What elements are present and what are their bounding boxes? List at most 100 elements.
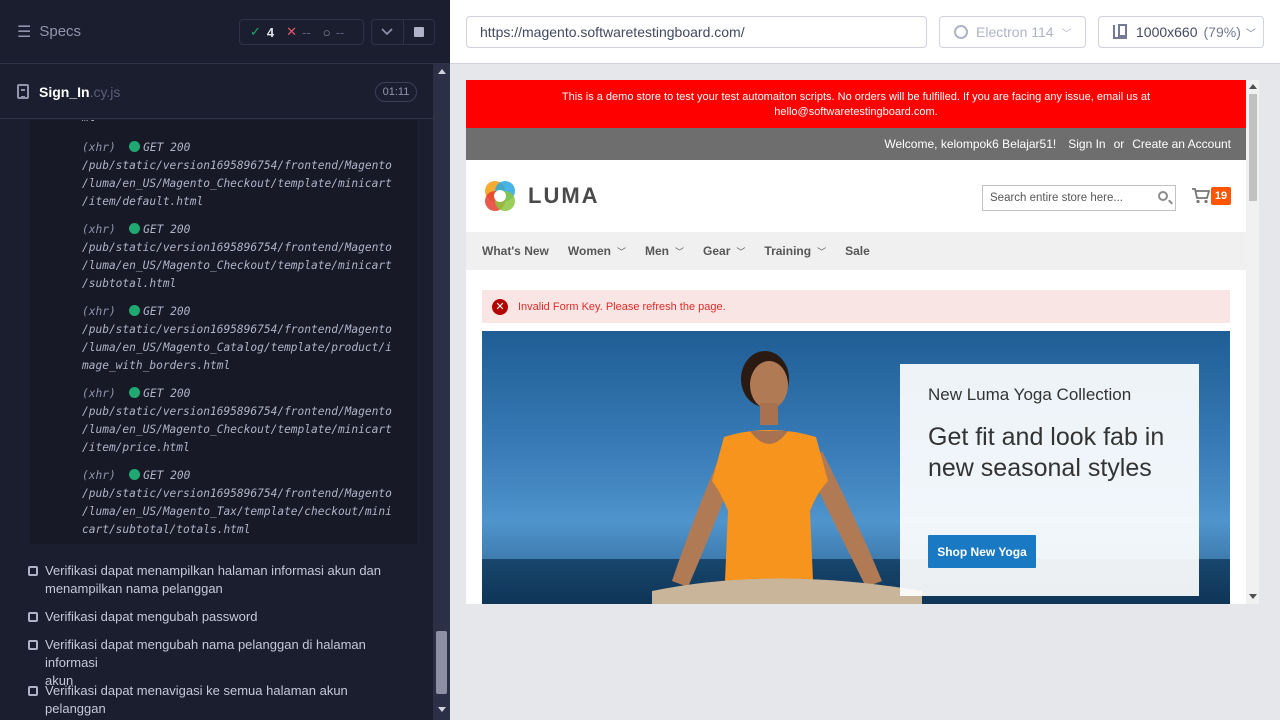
scroll-down-arrow-icon[interactable] <box>438 707 446 712</box>
search-placeholder: Search entire store here... <box>990 192 1123 204</box>
search-input[interactable]: Search entire store here... <box>982 185 1176 211</box>
spec-header[interactable]: Sign_In .cy.js 01:11 <box>0 65 433 119</box>
scroll-down-arrow-icon[interactable] <box>1249 594 1257 599</box>
reporter-scrollbar[interactable] <box>433 64 450 720</box>
url-bar[interactable]: https://magento.softwaretestingboard.com… <box>466 16 927 48</box>
xhr-url-line: /luma/en_US/Magento_Checkout/template/mi… <box>82 423 392 436</box>
nav-label: What's New <box>482 244 549 258</box>
aut-scroll-thumb[interactable] <box>1249 94 1257 201</box>
chevron-down-icon: ﹀ <box>817 246 827 257</box>
reporter-header: ☰ Specs ✓ 4 ✕ -- ○ -- <box>0 0 450 64</box>
test-title-line: Verifikasi dapat mengubah password <box>45 609 258 624</box>
xhr-url-line: /pub/static/version1695896754/frontend/M… <box>82 487 392 500</box>
hero-banner[interactable]: New Luma Yoga Collection Get fit and loo… <box>482 331 1230 604</box>
test-item[interactable]: Verifikasi dapat menampilkan halaman inf… <box>28 562 408 598</box>
demo-notice-line2: hello@softwaretestingboard.com. <box>774 106 938 118</box>
nav-label: Women <box>567 244 611 258</box>
xhr-method-status: GET 200 <box>143 223 191 236</box>
browser-selector[interactable]: Electron 114 ﹀ <box>939 16 1086 48</box>
status-success-icon <box>129 387 141 398</box>
sign-in-link[interactable]: Sign In <box>1068 137 1105 151</box>
nav-sale[interactable]: Sale <box>845 244 870 258</box>
xhr-type: (xhr) <box>82 305 116 318</box>
chevron-down-icon: ﹀ <box>617 246 627 257</box>
cart-icon[interactable] <box>1192 188 1210 204</box>
xhr-log-head: (xhr) GET 200 <box>82 221 417 239</box>
test-pending-icon <box>28 612 38 622</box>
test-item[interactable]: Verifikasi dapat menavigasi ke semua hal… <box>28 682 408 720</box>
demo-notice-line1: This is a demo store to test your test a… <box>561 91 1151 103</box>
xhr-type: (xhr) <box>82 223 116 236</box>
xhr-url-line: /pub/static/version1695896754/frontend/M… <box>82 159 392 172</box>
test-title-line: menampilkan nama pelanggan <box>45 581 223 596</box>
nav-men[interactable]: Men ﹀ <box>645 244 684 258</box>
test-item[interactable]: Verifikasi dapat mengubah password <box>28 608 408 626</box>
xhr-log-head: (xhr) GET 200 <box>82 303 417 321</box>
hero-subtitle: New Luma Yoga Collection <box>928 385 1132 404</box>
luma-logo-icon[interactable] <box>482 178 518 214</box>
stop-button[interactable] <box>402 20 434 44</box>
test-title-line: Verifikasi dapat menampilkan halaman inf… <box>45 563 382 578</box>
nav-whats-new[interactable]: What's New <box>482 244 549 258</box>
reporter-scroll-thumb[interactable] <box>436 631 447 694</box>
xhr-log-entry[interactable]: (xhr) GET 200/pub/static/version16958967… <box>82 303 417 375</box>
xhr-type: (xhr) <box>82 141 116 154</box>
nav-gear[interactable]: Gear ﹀ <box>703 244 745 258</box>
viewport-icon <box>1113 24 1127 39</box>
xhr-log-head: (xhr) GET 200 <box>82 467 417 485</box>
specs-toggle-button[interactable]: ☰ Specs <box>17 22 81 42</box>
xhr-url-line: /luma/en_US/Magento_Checkout/template/mi… <box>82 177 392 190</box>
browser-name: Electron 114 <box>976 24 1054 40</box>
cart-count-badge[interactable]: 19 <box>1211 187 1231 205</box>
test-title: Verifikasi dapat menavigasi ke semua hal… <box>45 682 408 720</box>
status-success-icon <box>129 141 141 152</box>
scroll-up-arrow-icon[interactable] <box>438 69 446 74</box>
chevron-down-icon: ﹀ <box>1061 28 1072 40</box>
xhr-type: (xhr) <box>82 387 116 400</box>
failed-x-icon: ✕ <box>286 24 298 39</box>
xhr-method-status: GET 200 <box>143 305 191 318</box>
xhr-type: (xhr) <box>82 469 116 482</box>
panel-header: Welcome, kelompok6 Belajar51! Sign In or… <box>466 128 1246 160</box>
xhr-log-entry[interactable]: (xhr) GET 200/pub/static/version16958967… <box>82 139 417 211</box>
test-pending-icon <box>28 686 38 696</box>
xhr-log-entry[interactable]: (xhr) GET 200/pub/static/version16958967… <box>82 221 417 293</box>
xhr-url-line: /luma/en_US/Magento_Catalog/template/pro… <box>82 341 392 354</box>
xhr-log-entry[interactable]: (xhr) GET 200/pub/static/version16958967… <box>82 467 417 539</box>
xhr-method-status: GET 200 <box>143 141 191 154</box>
test-title-line: Verifikasi dapat menavigasi ke semua hal… <box>45 683 348 716</box>
xhr-url-line: /luma/en_US/Magento_Checkout/template/mi… <box>82 259 392 272</box>
shop-new-yoga-button[interactable]: Shop New Yoga <box>928 535 1036 568</box>
create-account-link[interactable]: Create an Account <box>1132 137 1231 151</box>
test-title: Verifikasi dapat menampilkan halaman inf… <box>45 562 381 598</box>
log-fragment: ml <box>82 120 95 124</box>
yoga-woman-image <box>652 351 922 604</box>
spec-extension: .cy.js <box>89 83 121 100</box>
passed-check-icon: ✓ <box>250 24 261 39</box>
expand-collapse-button[interactable] <box>372 20 403 44</box>
spec-name: Sign_In <box>39 83 90 100</box>
aut-scrollbar[interactable] <box>1246 80 1259 604</box>
xhr-url-line: mage_with_borders.html <box>82 359 231 372</box>
hero-promo-panel: New Luma Yoga Collection Get fit and loo… <box>900 364 1199 596</box>
xhr-url-line: /luma/en_US/Magento_Tax/template/checkou… <box>82 505 392 518</box>
scroll-up-arrow-icon[interactable] <box>1249 84 1257 89</box>
error-message: ✕ Invalid Form Key. Please refresh the p… <box>482 290 1230 323</box>
passed-count: 4 <box>266 24 275 40</box>
or-text: or <box>1113 137 1125 151</box>
nav-label: Training <box>764 244 812 258</box>
nav-women[interactable]: Women ﹀ <box>568 244 626 258</box>
search-icon[interactable] <box>1158 191 1168 201</box>
luma-logo-text[interactable]: LUMA <box>528 183 600 209</box>
specs-list-icon: ☰ <box>17 23 32 41</box>
run-controls <box>371 19 435 45</box>
viewport-scale: (79%) <box>1203 24 1241 40</box>
xhr-log-entry[interactable]: (xhr) GET 200/pub/static/version16958967… <box>82 385 417 457</box>
nav-training[interactable]: Training ﹀ <box>764 244 826 258</box>
failed-count: -- <box>302 24 311 40</box>
error-x-icon: ✕ <box>492 298 508 315</box>
welcome-message: Welcome, kelompok6 Belajar51! <box>884 137 1057 151</box>
spec-file-icon <box>17 84 29 99</box>
xhr-url-line: cart/subtotal/totals.html <box>82 523 251 536</box>
viewport-selector[interactable]: 1000x660 (79%) ﹀ <box>1098 16 1264 48</box>
